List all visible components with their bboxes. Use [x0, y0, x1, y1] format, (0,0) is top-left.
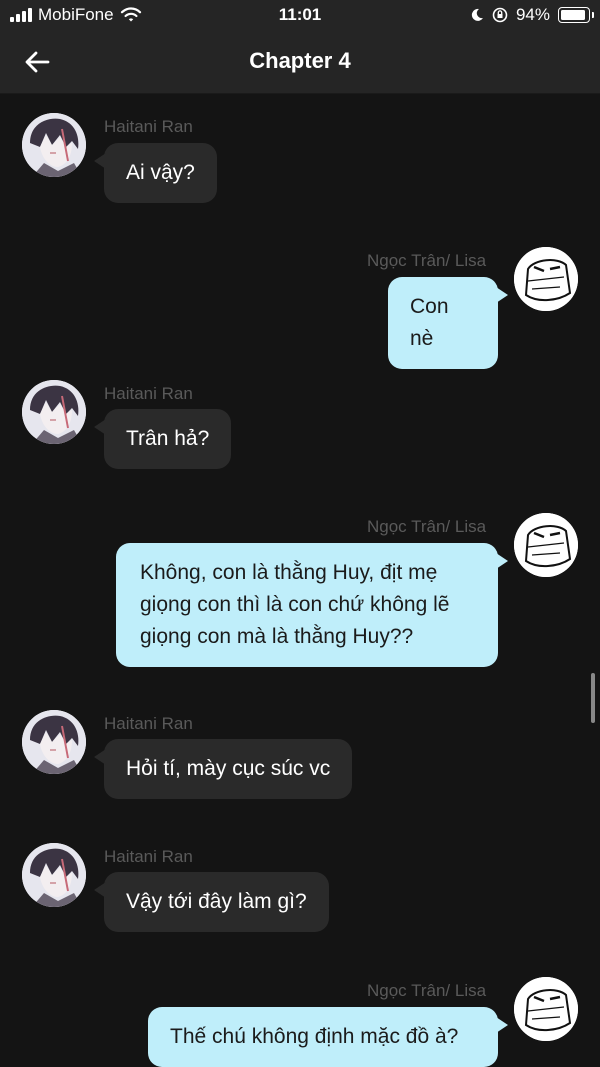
- avatar-lisa[interactable]: [514, 977, 578, 1041]
- message-text: Vậy tới đây làm gì?: [126, 890, 307, 913]
- avatar-haitani[interactable]: [22, 710, 86, 774]
- sender-name: Haitani Ran: [104, 384, 193, 403]
- message-text: Hỏi tí, mày cục súc vc: [126, 757, 331, 780]
- message-text: Trân hả?: [126, 427, 210, 450]
- chapter-header: Chapter 4: [0, 34, 600, 90]
- battery-percent: 94%: [515, 5, 550, 24]
- sketch-avatar-icon: [514, 513, 578, 577]
- sketch-avatar-icon: [514, 247, 578, 311]
- message-text: Con nè: [410, 295, 449, 350]
- message-text: Ai vậy?: [126, 161, 195, 184]
- avatar-haitani[interactable]: [22, 380, 86, 444]
- anime-portrait-icon: [22, 380, 86, 444]
- avatar-haitani[interactable]: [22, 843, 86, 907]
- top-bar: MobiFone 11:01 94% Chapter 4: [0, 0, 600, 94]
- moon-icon: [471, 8, 483, 21]
- page-title: Chapter 4: [249, 48, 351, 73]
- status-bar: MobiFone 11:01 94%: [0, 0, 600, 30]
- chat-area[interactable]: Haitani Ran Ai vậy? Ngọc Trân/ Lisa Con …: [0, 95, 600, 1067]
- sketch-avatar-icon: [514, 977, 578, 1041]
- avatar-lisa[interactable]: [514, 247, 578, 311]
- anime-portrait-icon: [22, 710, 86, 774]
- battery-icon: [558, 7, 594, 23]
- sender-name: Ngọc Trân/ Lisa: [367, 981, 487, 1000]
- avatar-haitani[interactable]: [22, 113, 86, 177]
- message-text: Thế chú không định mặc đồ à?: [170, 1025, 459, 1048]
- message-bubble[interactable]: Hỏi tí, mày cục súc vc: [93, 739, 353, 799]
- sender-name: Haitani Ran: [104, 714, 193, 733]
- anime-portrait-icon: [22, 113, 86, 177]
- sender-name: Ngọc Trân/ Lisa: [367, 517, 487, 536]
- message-line: giọng con mà là thằng Huy??: [140, 625, 414, 648]
- rotation-lock-icon: [492, 7, 508, 23]
- message-bubble[interactable]: Con nè: [388, 277, 508, 369]
- sender-name: Haitani Ran: [104, 847, 193, 866]
- anime-portrait-icon: [22, 843, 86, 907]
- sender-name: Haitani Ran: [104, 117, 193, 136]
- message-line: Không, con là thằng Huy, địt mẹ: [140, 561, 438, 584]
- avatar-lisa[interactable]: [514, 513, 578, 577]
- message-bubble[interactable]: Trân hả?: [93, 409, 232, 469]
- message-bubble[interactable]: Thế chú không định mặc đồ à?: [148, 1007, 508, 1067]
- scroll-indicator[interactable]: [591, 673, 595, 723]
- message-bubble[interactable]: Vậy tới đây làm gì?: [94, 872, 329, 932]
- message-bubble[interactable]: Không, con là thằng Huy, địt mẹ giọng co…: [116, 543, 508, 667]
- message-line: giọng con thì là con chứ không lẽ: [140, 593, 450, 616]
- sender-name: Ngọc Trân/ Lisa: [367, 251, 487, 270]
- message-bubble[interactable]: Ai vậy?: [94, 143, 217, 203]
